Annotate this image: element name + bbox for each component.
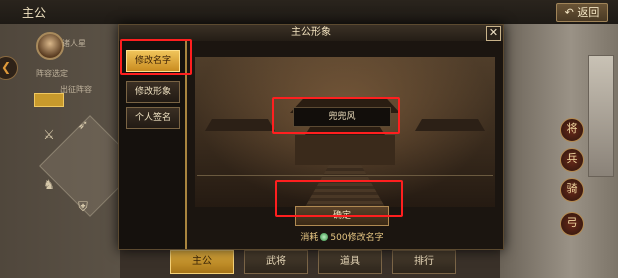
bottom-tab-ranking[interactable]: 排行 <box>392 250 456 274</box>
unit-icon-4[interactable]: 弓 <box>560 212 584 236</box>
cost-amount: 500 <box>330 233 348 243</box>
bottom-tab-lord[interactable]: 主公 <box>170 250 234 274</box>
bow-icon[interactable]: ➶ <box>74 118 92 134</box>
formation-tab[interactable] <box>34 93 64 107</box>
shield-icon[interactable]: ⛨ <box>74 200 92 216</box>
close-icon[interactable]: ✕ <box>486 26 501 41</box>
palace-steps <box>305 165 385 207</box>
dialog-side-tabs: 修改名字 修改形象 个人签名 <box>119 41 187 249</box>
left-text-2: 阵容选定 <box>36 69 68 78</box>
dialog-title: 主公形象 <box>291 27 331 38</box>
tab-change-name[interactable]: 修改名字 <box>126 50 180 72</box>
cost-line: 消耗 500修改名字 <box>257 230 427 243</box>
palace-background-image <box>195 57 495 207</box>
screen-title: 主公 <box>22 6 47 20</box>
left-text-1: 诸人星 <box>62 39 86 48</box>
avatar[interactable] <box>36 32 64 60</box>
dialog-content: 兜兜风 确定 消耗 500修改名字 <box>187 41 503 249</box>
unit-icon-3[interactable]: 骑 <box>560 178 584 202</box>
back-button[interactable]: ↶ 返回 <box>556 3 608 22</box>
left-text-3: 出征阵容 <box>60 85 92 94</box>
cost-suffix: 修改名字 <box>347 233 384 243</box>
bottom-tab-generals[interactable]: 武将 <box>244 250 308 274</box>
confirm-button[interactable]: 确定 <box>295 206 389 226</box>
bottom-nav: 主公 武将 道具 排行 <box>160 250 610 276</box>
back-label: 返回 <box>577 6 600 19</box>
tab-change-image[interactable]: 修改形象 <box>126 81 180 103</box>
unit-icon-1[interactable]: 将 <box>560 118 584 142</box>
name-input[interactable]: 兜兜风 <box>293 107 391 127</box>
divider <box>197 175 493 176</box>
sword-icon[interactable]: ⚔ <box>40 128 58 144</box>
horse-icon[interactable]: ♞ <box>40 178 58 194</box>
dialog-header: 主公形象 ✕ <box>119 25 503 42</box>
gem-icon <box>320 233 329 241</box>
background-pillar <box>588 55 614 177</box>
lord-image-dialog: 主公形象 ✕ 修改名字 修改形象 个人签名 兜兜风 确定 消耗 500修改名字 <box>118 24 504 250</box>
top-bar: 主公 ↶ 返回 <box>0 0 618 25</box>
palace-wing-left <box>205 119 275 131</box>
cost-prefix: 消耗 <box>300 233 319 243</box>
back-arrow-icon: ↶ <box>564 6 574 19</box>
bottom-tab-items[interactable]: 道具 <box>318 250 382 274</box>
unit-icon-2[interactable]: 兵 <box>560 148 584 172</box>
palace-wing-right <box>415 119 485 131</box>
palace-body <box>295 135 395 165</box>
tab-signature[interactable]: 个人签名 <box>126 107 180 129</box>
